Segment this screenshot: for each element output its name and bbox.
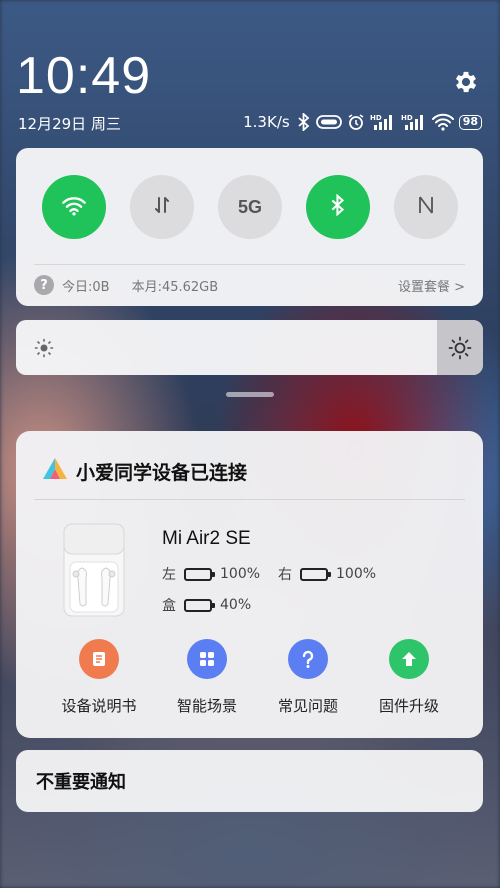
unimportant-label: 不重要通知 (36, 772, 126, 793)
right-value: 100% (336, 566, 377, 582)
faq-button[interactable]: 常见问题 (253, 639, 363, 716)
data-usage-row: ? 今日:0B 本月:45.62GB 设置套餐 > (34, 274, 465, 296)
set-plan-link[interactable]: 设置套餐 > (398, 276, 465, 295)
bluetooth-icon (297, 113, 311, 131)
5g-toggle[interactable]: 5G (218, 175, 282, 239)
wifi-icon (431, 113, 454, 131)
divider (34, 499, 465, 500)
nfc-toggle[interactable] (394, 175, 458, 239)
bluetooth-toggle[interactable] (306, 175, 370, 239)
brightness-high-icon[interactable] (437, 320, 483, 375)
notification-title: 小爱同学设备已连接 (76, 462, 248, 484)
hd-signal-icon: HD (370, 113, 396, 131)
brightness-slider[interactable] (16, 320, 483, 375)
smart-scenes-label: 智能场景 (176, 697, 237, 715)
unimportant-notifications[interactable]: 不重要通知 (16, 750, 483, 812)
faq-label: 常见问题 (277, 697, 338, 715)
vpn-icon (315, 114, 342, 130)
hd-signal-icon: HD (401, 113, 427, 131)
battery-icon (300, 567, 331, 581)
scenes-icon (187, 639, 227, 679)
battery-icon: 98 (458, 114, 482, 130)
upgrade-icon (389, 639, 429, 679)
manual-label: 设备说明书 (61, 697, 137, 715)
svg-text:HD: HD (370, 114, 382, 122)
firmware-upgrade-label: 固件升级 (378, 697, 439, 715)
wifi-toggle[interactable] (42, 175, 106, 239)
manual-button[interactable]: 设备说明书 (44, 639, 154, 716)
device-name: Mi Air2 SE (162, 528, 251, 549)
wifi-icon (61, 194, 87, 220)
bluetooth-icon (330, 193, 346, 220)
battery-icon (184, 567, 215, 581)
left-value: 100% (220, 566, 261, 582)
drag-handle[interactable] (226, 392, 274, 397)
smart-scenes-button[interactable]: 智能场景 (152, 639, 262, 716)
network-speed: 1.3K/s (243, 113, 290, 131)
settings-gear-icon[interactable] (452, 68, 480, 96)
nfc-icon (416, 194, 436, 220)
right-label: 右 (278, 567, 292, 583)
data-arrows-icon (151, 194, 173, 220)
left-earbud-battery: 左 100% (162, 564, 260, 584)
5g-label: 5G (237, 196, 262, 217)
right-earbud-battery: 右 100% (278, 564, 376, 584)
today-usage: 今日:0B (62, 279, 110, 295)
question-icon[interactable]: ? (34, 275, 54, 295)
action-row: 设备说明书 智能场景 常见问题 固件升级 (16, 639, 483, 719)
case-value: 40% (220, 597, 252, 613)
month-usage: 本月:45.62GB (131, 279, 219, 295)
manual-icon (79, 639, 119, 679)
svg-text:HD: HD (401, 114, 413, 122)
brightness-low-icon (34, 338, 54, 362)
question-icon (288, 639, 328, 679)
alarm-icon (347, 113, 365, 131)
status-bar-icons: 1.3K/s HD HD 98 (243, 111, 482, 133)
divider (34, 264, 465, 265)
earbuds-case-image (62, 522, 126, 618)
case-battery: 盒 40% (162, 595, 251, 615)
case-label: 盒 (162, 598, 176, 614)
xiaoai-logo-icon (42, 457, 68, 486)
battery-icon (184, 598, 215, 612)
date-label: 12月29日 周三 (18, 115, 121, 133)
left-label: 左 (162, 567, 176, 583)
notification-header: 小爱同学设备已连接 (42, 457, 247, 486)
clock: 10:49 (16, 47, 152, 105)
mobile-data-toggle[interactable] (130, 175, 194, 239)
firmware-upgrade-button[interactable]: 固件升级 (354, 639, 464, 716)
device-connected-notification[interactable]: 小爱同学设备已连接 Mi Air2 SE 左 100% 右 100% 盒 40%… (16, 431, 483, 738)
quick-settings-panel: 5G ? 今日:0B 本月:45.62GB 设置套餐 > (16, 148, 483, 306)
